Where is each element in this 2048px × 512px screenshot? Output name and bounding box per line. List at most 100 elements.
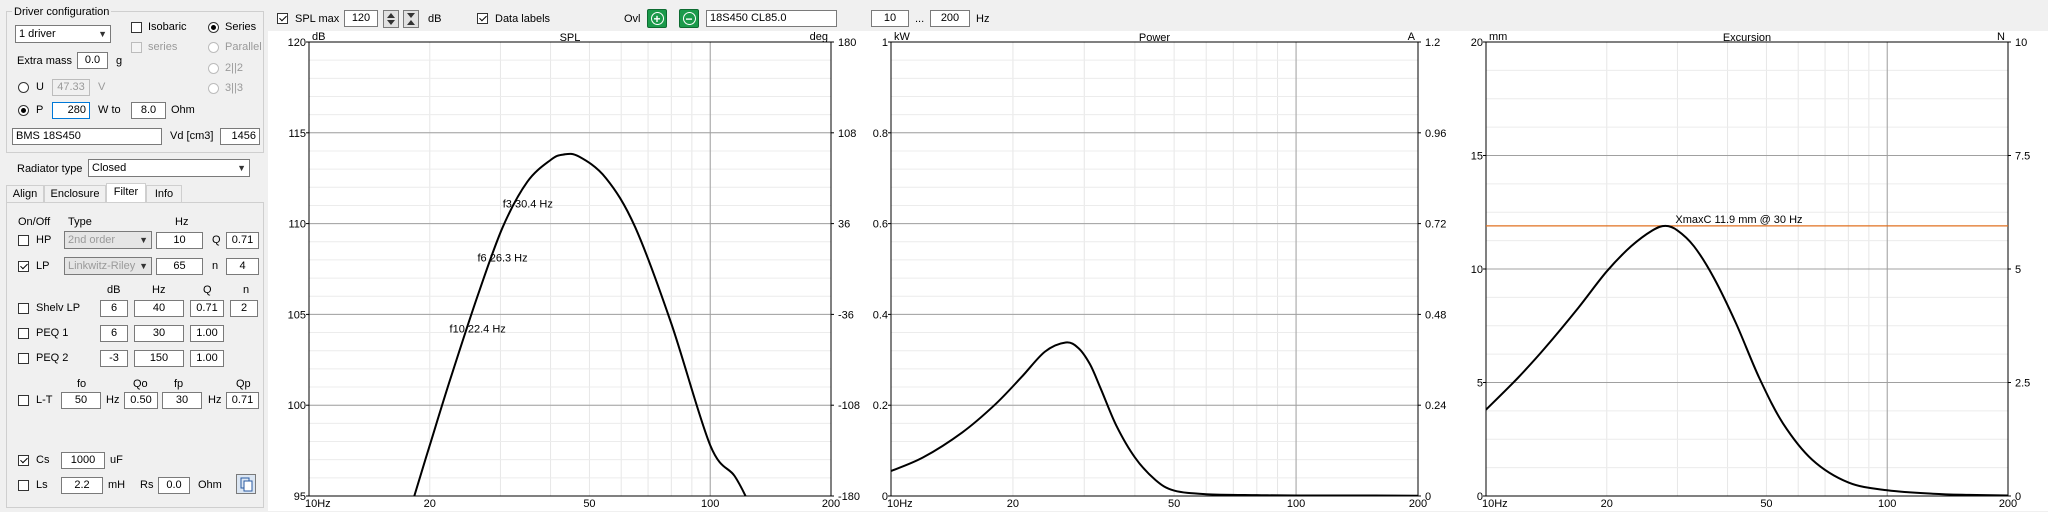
p-radio[interactable] [18, 105, 29, 116]
cs-unit: uF [110, 454, 123, 466]
col-onoff: On/Off [18, 216, 51, 228]
impedance-input[interactable]: 8.0 [131, 102, 166, 119]
ls-input[interactable]: 2.2 [61, 477, 103, 494]
freq-to-input[interactable]: 200 [930, 10, 970, 27]
x-tick-label: 200 [1409, 498, 1427, 510]
vd-field[interactable]: 1456 [220, 128, 260, 145]
y2-tick-label: 0.72 [1425, 219, 1446, 231]
hp-q-input[interactable]: 0.71 [226, 232, 259, 249]
data-labels-label: Data labels [495, 13, 551, 25]
radiator-type-select[interactable]: Closed ▼ [88, 159, 250, 177]
shelv-db-input[interactable]: 6 [100, 300, 128, 317]
y-tick-label: 20 [1471, 37, 1483, 49]
ls-checkbox[interactable] [18, 480, 29, 491]
peq2-db-input[interactable]: -3 [100, 350, 128, 367]
opt-2-2-radio[interactable] [208, 63, 219, 74]
power-input[interactable]: 280 [52, 102, 90, 119]
spin-updown-icon [387, 13, 395, 25]
cs-input[interactable]: 1000 [61, 452, 105, 469]
driver-count-select[interactable]: 1 driver ▼ [15, 25, 111, 43]
peq1-db-input[interactable]: 6 [100, 325, 128, 342]
peq-col-n: n [243, 284, 250, 296]
parallel-label: Parallel [225, 41, 262, 53]
isobaric-checkbox[interactable] [131, 22, 142, 33]
lp-hz-input[interactable]: 65 [156, 258, 203, 275]
col-type: Type [68, 216, 92, 228]
hp-checkbox[interactable] [18, 235, 29, 246]
parallel-radio[interactable] [208, 42, 219, 53]
lt-qp-input[interactable]: 0.71 [226, 392, 259, 409]
overlay-name-input[interactable]: 18S450 CL85.0 [706, 10, 837, 27]
u-label: U [36, 81, 44, 93]
peq1-q-input[interactable]: 1.00 [190, 325, 224, 342]
u-input[interactable]: 47.33 [52, 79, 90, 96]
y2-tick-label: 180 [838, 37, 856, 49]
tab-enclosure[interactable]: Enclosure [44, 185, 106, 202]
x-tick-label: 100 [1878, 498, 1896, 510]
lt-qo-input[interactable]: 0.50 [124, 392, 158, 409]
u-radio[interactable] [18, 82, 29, 93]
cs-checkbox[interactable] [18, 455, 29, 466]
driver-name-field[interactable]: BMS 18S450 [12, 128, 162, 145]
peq1-checkbox[interactable] [18, 328, 29, 339]
peq2-checkbox[interactable] [18, 353, 29, 364]
opt-3-3-radio[interactable] [208, 83, 219, 94]
series-radio[interactable] [208, 22, 219, 33]
lt-hz2-label: Hz [208, 394, 222, 406]
series-line [891, 341, 1418, 496]
lp-checkbox[interactable] [18, 261, 29, 272]
isobaric-series-label: series [148, 41, 178, 53]
hp-type-select[interactable]: 2nd order ▼ [64, 231, 152, 249]
y-tick-label: 100 [288, 400, 306, 412]
remove-overlay-button[interactable]: − [679, 9, 699, 28]
y-tick-label: 0.6 [873, 219, 888, 231]
lt-col-fp: fp [174, 378, 184, 390]
extra-mass-input[interactable]: 0.0 [77, 52, 108, 69]
fit-button[interactable] [403, 10, 419, 28]
tab-filter[interactable]: Filter [106, 183, 146, 202]
isobaric-series-checkbox[interactable] [131, 42, 142, 53]
y2-tick-label: 0.24 [1425, 400, 1446, 412]
x-tick-label: 200 [1999, 498, 2017, 510]
series-label: Series [225, 21, 257, 33]
y2-tick-label: -108 [838, 400, 860, 412]
extra-mass-unit: g [116, 55, 123, 67]
radiator-type-label: Radiator type [17, 163, 83, 175]
lp-n-input[interactable]: 4 [226, 258, 259, 275]
data-labels-checkbox[interactable] [477, 13, 488, 24]
x-tick-label: 10Hz [887, 498, 913, 510]
spl-spin-button[interactable] [383, 10, 399, 28]
hp-hz-input[interactable]: 10 [156, 232, 203, 249]
chevron-down-icon: ▼ [237, 163, 246, 173]
power-chart: Power kW A 1 1.2 0.8 0.96 0.6 0.72 0.4 0.48 0.2 0.24… [868, 31, 1458, 511]
freq-from-input[interactable]: 10 [871, 10, 909, 27]
shelv-checkbox[interactable] [18, 303, 29, 314]
peq1-hz-input[interactable]: 30 [134, 325, 184, 342]
spl-max-input[interactable]: 120 [344, 10, 378, 27]
spl-max-checkbox[interactable] [277, 13, 288, 24]
lt-fo-input[interactable]: 50 [61, 392, 101, 409]
y2-tick-label: 0.96 [1425, 128, 1446, 140]
col-hz: Hz [175, 216, 189, 228]
peq1-label: PEQ 1 [36, 327, 69, 339]
peq2-hz-input[interactable]: 150 [134, 350, 184, 367]
x-tick-label: 50 [1760, 498, 1772, 510]
peq2-q-input[interactable]: 1.00 [190, 350, 224, 367]
tab-info[interactable]: Info [146, 185, 182, 202]
shelv-n-input[interactable]: 2 [230, 300, 258, 317]
add-overlay-button[interactable]: + [647, 9, 667, 28]
lt-fp-input[interactable]: 30 [162, 392, 202, 409]
shelv-q-input[interactable]: 0.71 [190, 300, 224, 317]
rs-input[interactable]: 0.0 [158, 477, 190, 494]
x-tick-label: 20 [1007, 498, 1019, 510]
shelv-hz-input[interactable]: 40 [134, 300, 184, 317]
lp-type-select[interactable]: Linkwitz-Riley ▼ [64, 257, 152, 275]
y-tick-label: 10 [1471, 264, 1483, 276]
spl-db-unit: dB [428, 13, 442, 25]
tab-align[interactable]: Align [6, 185, 44, 202]
rs-unit: Ohm [198, 479, 222, 491]
copy-button[interactable] [236, 474, 256, 494]
lt-checkbox[interactable] [18, 395, 29, 406]
y2-tick-label: 5 [2015, 264, 2021, 276]
driver-config-title: Driver configuration [12, 5, 112, 19]
